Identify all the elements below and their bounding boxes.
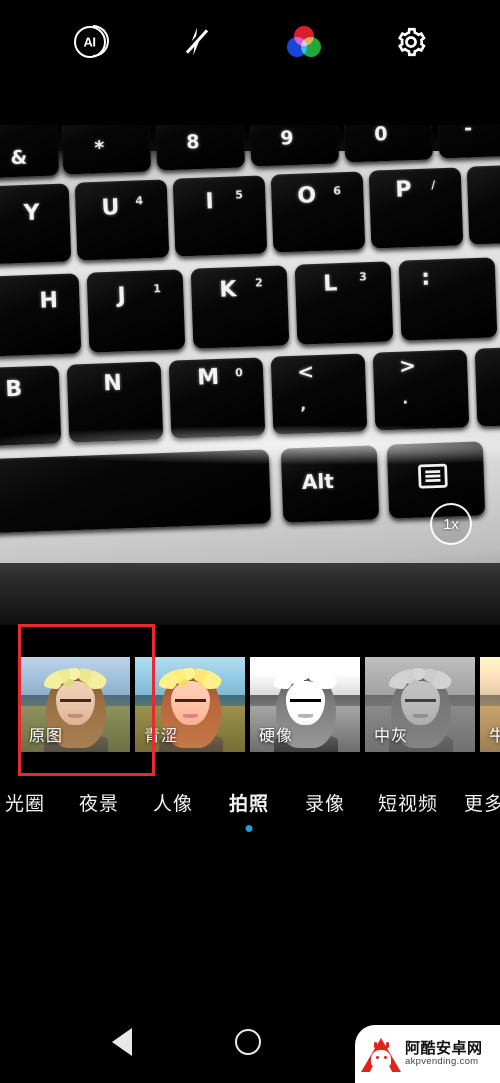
filter-item-cool[interactable]: 青涩 (135, 656, 245, 752)
mode-label: 光圈 (4, 793, 45, 815)
mode-tab-photo[interactable]: 拍照 (210, 789, 288, 832)
rgb-circles-glyph (286, 25, 321, 58)
camera-mode-selector[interactable]: 光圈 夜景 人像 拍照 录像 短视频 更多 (0, 775, 500, 832)
key-star: * (60, 125, 152, 175)
mode-label: 更多 (463, 793, 500, 815)
key-y: Y (0, 183, 72, 265)
key-8: 8 (154, 125, 246, 171)
filter-label: 青涩 (144, 725, 179, 745)
key-comma: <, (270, 353, 368, 435)
keyboard-glare (0, 425, 500, 465)
mode-tab-shortvideo[interactable]: 短视频 (362, 789, 454, 816)
thumb-mouth (413, 714, 428, 718)
camera-viewfinder[interactable]: & * 8 9 0 - Y U4 I5 O6 P / H J1 K2 L3 : B… (0, 125, 500, 625)
flash-off-icon[interactable] (174, 19, 220, 65)
mode-label: 短视频 (377, 793, 438, 815)
rgb-blue-circle (286, 36, 307, 57)
filter-label: 原图 (29, 725, 64, 745)
camera-controls-row (0, 858, 500, 1000)
key-9: 9 (248, 125, 340, 167)
logo-eye-left (376, 1056, 379, 1059)
key-period: >. (372, 349, 470, 431)
ai-icon-arc (92, 24, 109, 57)
mode-label: 录像 (304, 793, 345, 815)
key-j: J1 (86, 269, 186, 353)
thumb-mouth (298, 714, 313, 718)
mode-tab-video[interactable]: 录像 (288, 789, 362, 816)
viewfinder-scene-keyboard: & * 8 9 0 - Y U4 I5 O6 P / H J1 K2 L3 : B… (0, 125, 500, 625)
gear-glyph (397, 27, 426, 56)
site-watermark: 阿酷安卓网 akpvending.com (355, 1025, 500, 1083)
thumb-eyes (289, 698, 322, 704)
mode-label: 拍照 (228, 793, 269, 815)
filter-label: 中灰 (374, 725, 409, 745)
filter-label: 牛仔 (489, 725, 500, 745)
watermark-text-block: 阿酷安卓网 akpvending.com (405, 1040, 483, 1069)
filter-label: 硬像 (259, 725, 294, 745)
key-k: K2 (190, 265, 290, 349)
zoom-level-label: 1x (443, 515, 459, 533)
key-i: I5 (172, 175, 268, 257)
mode-label: 夜景 (78, 793, 119, 815)
menu-key-icon (418, 463, 448, 489)
thumb-mouth (68, 714, 83, 718)
mode-label: 人像 (152, 793, 193, 815)
watermark-url: akpvending.com (405, 1056, 479, 1068)
logo-ear-right (386, 1042, 389, 1048)
key-h: H (0, 273, 82, 357)
flash-off-glyph (180, 25, 214, 59)
color-filter-icon[interactable] (281, 19, 327, 65)
ai-icon[interactable]: AI (67, 19, 113, 65)
filter-item-hard[interactable]: 硬像 (250, 656, 360, 752)
thumb-eyes (404, 698, 437, 704)
logo-eye-right (384, 1056, 387, 1059)
filter-item-midgray[interactable]: 中灰 (365, 656, 475, 752)
thumb-mouth (183, 714, 198, 718)
nav-back-icon[interactable] (111, 1027, 132, 1056)
key-amp: & (0, 125, 60, 179)
keyboard-lower-edge (0, 563, 500, 625)
settings-gear-icon[interactable] (388, 19, 434, 65)
logo-robot-head (371, 1050, 391, 1066)
key-l: L3 (294, 261, 394, 345)
key-bracket (466, 163, 500, 245)
mode-tab-night[interactable]: 夜景 (62, 789, 136, 816)
thumb-eyes (59, 698, 92, 704)
mode-tab-aperture[interactable]: 光圈 (0, 789, 62, 816)
filter-carousel[interactable]: 原图 青涩 硬像 中灰 牛 (0, 625, 500, 775)
key-u: U4 (74, 179, 170, 261)
key-p: P / (368, 167, 464, 249)
active-mode-indicator-dot (245, 825, 253, 832)
filter-item-original[interactable]: 原图 (20, 656, 130, 752)
mode-tab-more[interactable]: 更多 (454, 789, 500, 816)
watermark-logo-icon (361, 1034, 401, 1074)
watermark-title: 阿酷安卓网 (405, 1038, 483, 1057)
key-minus: - (436, 125, 500, 159)
mode-tab-portrait[interactable]: 人像 (136, 789, 210, 816)
camera-app-screen: AI & * 8 9 0 - Y U 4 I 5 O 6 P / H J 1 K… (0, 0, 500, 1083)
filter-item-denim[interactable]: 牛仔 (480, 656, 500, 752)
nav-home-icon[interactable] (234, 1028, 261, 1055)
zoom-level-button[interactable]: 1x (430, 503, 472, 545)
thumb-eyes (174, 698, 207, 704)
key-slash (474, 345, 500, 427)
key-semicolon: : (398, 257, 498, 341)
camera-top-toolbar: AI (0, 0, 500, 125)
ai-icon-circle: AI (73, 24, 109, 58)
key-o: O6 (270, 171, 366, 253)
key-0-top: 0 (342, 125, 434, 163)
